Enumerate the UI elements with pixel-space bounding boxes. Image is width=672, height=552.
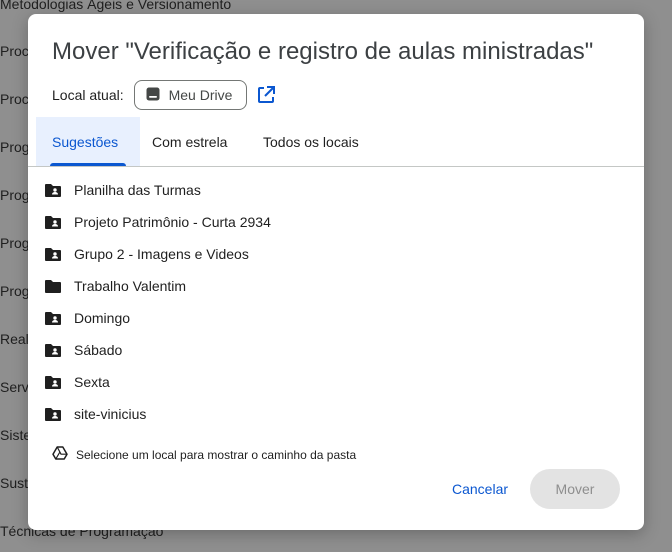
shared-folder-icon (44, 182, 62, 198)
current-location-row: Local atual: Meu Drive (52, 79, 277, 111)
current-location-label: Local atual: (52, 87, 124, 103)
folder-name: Sábado (74, 342, 123, 358)
current-location-value: Meu Drive (168, 87, 233, 103)
background-list-item: Real (0, 331, 29, 347)
path-hint: Selecione um local para mostrar o caminh… (52, 446, 356, 463)
list-item[interactable]: Domingo (28, 302, 644, 334)
folder-name: site-vinicius (74, 406, 147, 422)
shared-folder-icon (44, 374, 62, 390)
folder-name: Sexta (74, 374, 110, 390)
shared-folder-icon (44, 406, 62, 422)
location-tabs: Sugestões Com estrela Todos os locais (28, 117, 644, 167)
folder-name: Trabalho Valentim (74, 278, 187, 294)
move-dialog: Mover "Verificação e registro de aulas m… (28, 14, 644, 530)
background-list-item: Serv (0, 379, 29, 395)
drive-icon (145, 86, 169, 105)
drive-triangle-icon (52, 446, 76, 463)
list-item[interactable]: Sexta (28, 366, 644, 398)
list-item[interactable]: Projeto Patrimônio - Curta 2934 (28, 206, 644, 238)
shared-folder-icon (44, 342, 62, 358)
shared-folder-icon (44, 310, 62, 326)
background-title: Metodologias Ágeis e Versionamento (0, 0, 232, 12)
folder-name: Projeto Patrimônio - Curta 2934 (74, 214, 271, 230)
background-list-item: Prog (0, 283, 30, 299)
folder-icon (44, 278, 62, 294)
background-list-item: Siste (0, 427, 32, 443)
move-button[interactable]: Mover (530, 469, 620, 509)
list-item[interactable]: Sábado (28, 334, 644, 366)
shared-folder-icon (44, 214, 62, 230)
background-list-item: Prog (0, 235, 30, 251)
open-in-new-icon[interactable] (255, 84, 277, 106)
cancel-button[interactable]: Cancelar (440, 472, 520, 506)
folder-name: Domingo (74, 310, 131, 326)
list-item[interactable]: site-vinicius (28, 398, 644, 430)
background-list-item: Prog (0, 187, 30, 203)
list-item[interactable]: Planilha das Turmas (28, 174, 644, 206)
tab-suggestions[interactable]: Sugestões (36, 117, 140, 166)
dialog-title: Mover "Verificação e registro de aulas m… (52, 38, 594, 65)
background-list-item: Proc (0, 43, 29, 59)
list-item[interactable]: Grupo 2 - Imagens e Videos (28, 238, 644, 270)
tab-starred[interactable]: Com estrela (136, 117, 243, 166)
list-item[interactable]: Trabalho Valentim (28, 270, 644, 302)
folder-name: Grupo 2 - Imagens e Videos (74, 246, 249, 262)
folder-list: Planilha das Turmas Projeto Patrimônio -… (28, 174, 644, 430)
current-location-chip[interactable]: Meu Drive (133, 80, 248, 110)
background-list-item: Proc (0, 91, 29, 107)
background-list-item: Prog (0, 139, 30, 155)
shared-folder-icon (44, 246, 62, 262)
path-hint-text: Selecione um local para mostrar o caminh… (76, 447, 357, 462)
folder-name: Planilha das Turmas (74, 182, 201, 198)
tab-all-locations[interactable]: Todos os locais (247, 117, 375, 166)
